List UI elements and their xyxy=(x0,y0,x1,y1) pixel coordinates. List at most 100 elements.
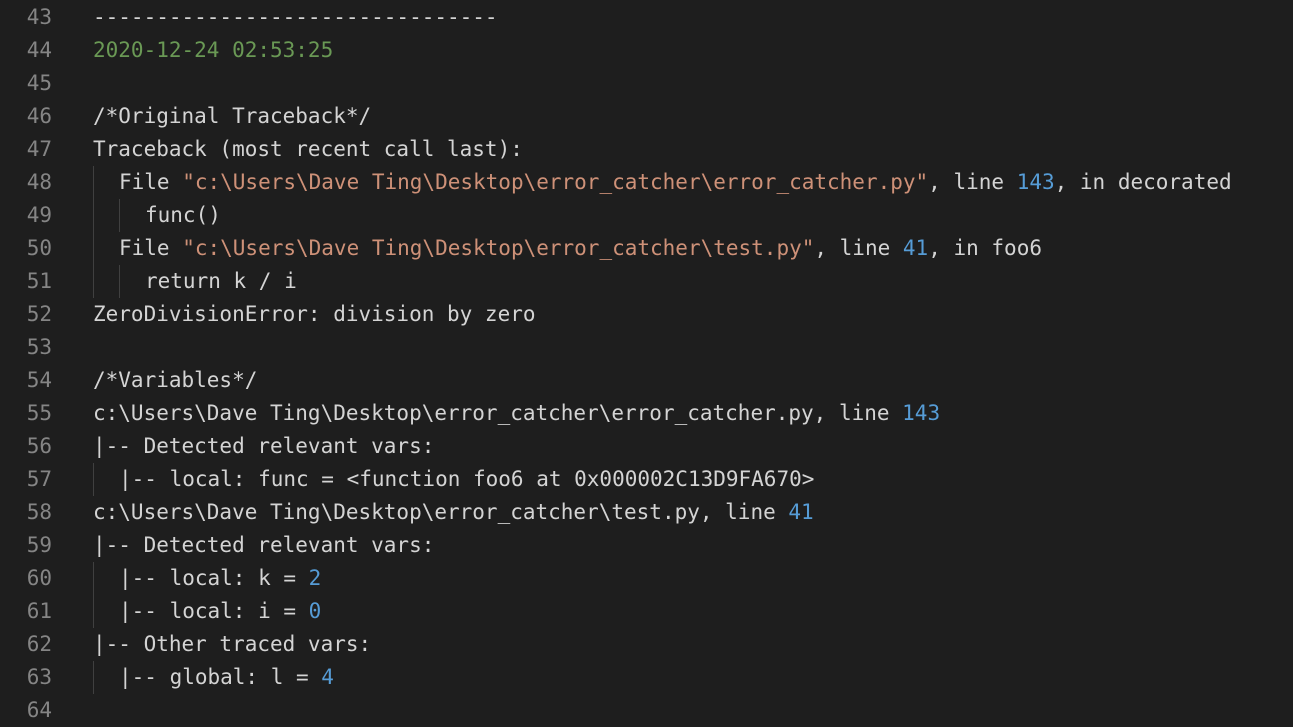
code-line[interactable]: 52 ZeroDivisionError: division by zero xyxy=(0,298,1293,331)
indent-guide xyxy=(93,232,94,265)
code-text: File "c:\Users\Dave Ting\Desktop\error_c… xyxy=(119,166,1232,199)
code-text: /*Original Traceback*/ xyxy=(93,100,371,133)
code-line[interactable]: 55 c:\Users\Dave Ting\Desktop\error_catch… xyxy=(0,397,1293,430)
code-text: |-- Detected relevant vars: xyxy=(93,430,434,463)
indent-guide xyxy=(93,463,94,496)
code-token: Traceback (most recent call last): xyxy=(93,137,523,161)
code-line[interactable]: 48 File "c:\Users\Dave Ting\Desktop\error… xyxy=(0,166,1293,199)
line-number: 60 xyxy=(26,566,52,590)
line-number: 53 xyxy=(26,335,52,359)
code-token: 4 xyxy=(321,665,334,689)
line-number: 61 xyxy=(26,599,52,623)
code-token: |-- local: k = xyxy=(119,566,309,590)
code-text: c:\Users\Dave Ting\Desktop\error_catcher… xyxy=(93,397,940,430)
code-line[interactable]: 46 /*Original Traceback*/ xyxy=(0,100,1293,133)
line-number: 62 xyxy=(26,632,52,656)
code-line[interactable]: 45 xyxy=(0,67,1293,100)
indent-guide xyxy=(93,661,94,694)
indent-guide xyxy=(93,595,94,628)
code-text: |-- Detected relevant vars: xyxy=(93,529,434,562)
code-token: 0 xyxy=(308,599,322,623)
line-number: 58 xyxy=(26,500,52,524)
code-text: File "c:\Users\Dave Ting\Desktop\error_c… xyxy=(119,232,1042,265)
line-number: 44 xyxy=(26,38,52,62)
code-line[interactable]: 54 /*Variables*/ xyxy=(0,364,1293,397)
code-token: File xyxy=(119,236,183,260)
code-token: |-- local: i = xyxy=(119,599,309,623)
code-line[interactable]: 61 |-- local: i = 0 xyxy=(0,595,1293,628)
code-line[interactable]: 64 xyxy=(0,694,1293,727)
code-token: , in foo6 xyxy=(928,236,1042,260)
code-line[interactable]: 60 |-- local: k = 2 xyxy=(0,562,1293,595)
code-line[interactable]: 51 return k / i xyxy=(0,265,1293,298)
code-token: 143 xyxy=(902,401,941,425)
line-number: 63 xyxy=(26,665,52,689)
line-number: 43 xyxy=(26,5,52,29)
line-number: 55 xyxy=(26,401,52,425)
code-text: |-- local: k = 2 xyxy=(119,562,321,595)
code-line[interactable]: 62 |-- Other traced vars: xyxy=(0,628,1293,661)
code-token: 2 xyxy=(308,566,322,590)
code-text: c:\Users\Dave Ting\Desktop\error_catcher… xyxy=(93,496,814,529)
code-token: |-- local: func = <function foo6 at 0x00… xyxy=(119,467,815,491)
code-editor[interactable]: 43 -------------------------------- 44 2020… xyxy=(0,0,1293,727)
code-line[interactable]: 53 xyxy=(0,331,1293,364)
code-text: /*Variables*/ xyxy=(93,364,257,397)
line-number: 46 xyxy=(26,104,52,128)
code-line[interactable]: 43 -------------------------------- xyxy=(0,1,1293,34)
code-token: , line xyxy=(814,236,903,260)
code-token: 143 xyxy=(1016,170,1055,194)
line-number: 50 xyxy=(26,236,52,260)
code-token: |-- Other traced vars: xyxy=(93,632,372,656)
indent-guide xyxy=(93,265,94,298)
code-token: |-- Detected relevant vars: xyxy=(93,434,435,458)
code-text: |-- local: i = 0 xyxy=(119,595,321,628)
code-text: 2020-12-24 02:53:25 xyxy=(93,34,333,67)
line-number: 56 xyxy=(26,434,52,458)
code-token: "c:\Users\Dave Ting\Desktop\error_catche… xyxy=(182,236,815,260)
line-number: 64 xyxy=(26,698,52,722)
code-line[interactable]: 59 |-- Detected relevant vars: xyxy=(0,529,1293,562)
code-text: Traceback (most recent call last): xyxy=(93,133,523,166)
line-number: 49 xyxy=(26,203,52,227)
line-number: 59 xyxy=(26,533,52,557)
indent-guide xyxy=(119,265,120,298)
code-token: File xyxy=(119,170,183,194)
code-text: ZeroDivisionError: division by zero xyxy=(93,298,536,331)
code-line[interactable]: 44 2020-12-24 02:53:25 xyxy=(0,34,1293,67)
line-number: 48 xyxy=(26,170,52,194)
code-token: /*Original Traceback*/ xyxy=(93,104,372,128)
code-line[interactable]: 57 |-- local: func = <function foo6 at 0x… xyxy=(0,463,1293,496)
code-token: -------------------------------- xyxy=(93,5,498,29)
code-line[interactable]: 63 |-- global: l = 4 xyxy=(0,661,1293,694)
indent-guide xyxy=(93,199,94,232)
line-number: 45 xyxy=(26,71,52,95)
code-line[interactable]: 56 |-- Detected relevant vars: xyxy=(0,430,1293,463)
code-text: |-- Other traced vars: xyxy=(93,628,371,661)
code-text: -------------------------------- xyxy=(93,1,498,34)
indent-guide xyxy=(93,166,94,199)
code-token: /*Variables*/ xyxy=(93,368,258,392)
code-line[interactable]: 58 c:\Users\Dave Ting\Desktop\error_catch… xyxy=(0,496,1293,529)
code-token: , line xyxy=(928,170,1017,194)
code-line[interactable]: 49 func() xyxy=(0,199,1293,232)
code-text: func() xyxy=(145,199,221,232)
indent-guide xyxy=(93,562,94,595)
code-token: return k / i xyxy=(145,269,297,293)
code-token: 41 xyxy=(902,236,929,260)
code-line[interactable]: 50 File "c:\Users\Dave Ting\Desktop\error… xyxy=(0,232,1293,265)
line-number: 57 xyxy=(26,467,52,491)
code-token: , in decorated xyxy=(1054,170,1232,194)
code-text: return k / i xyxy=(145,265,297,298)
code-token: "c:\Users\Dave Ting\Desktop\error_catche… xyxy=(182,170,929,194)
line-number: 54 xyxy=(26,368,52,392)
code-token: func() xyxy=(145,203,221,227)
code-token: 2020-12-24 02:53:25 xyxy=(93,38,334,62)
code-text: |-- global: l = 4 xyxy=(119,661,334,694)
code-token: ZeroDivisionError: division by zero xyxy=(93,302,536,326)
line-number: 51 xyxy=(26,269,52,293)
line-number: 52 xyxy=(26,302,52,326)
code-line[interactable]: 47 Traceback (most recent call last): xyxy=(0,133,1293,166)
code-token: |-- global: l = xyxy=(119,665,322,689)
code-token: c:\Users\Dave Ting\Desktop\error_catcher… xyxy=(93,401,903,425)
